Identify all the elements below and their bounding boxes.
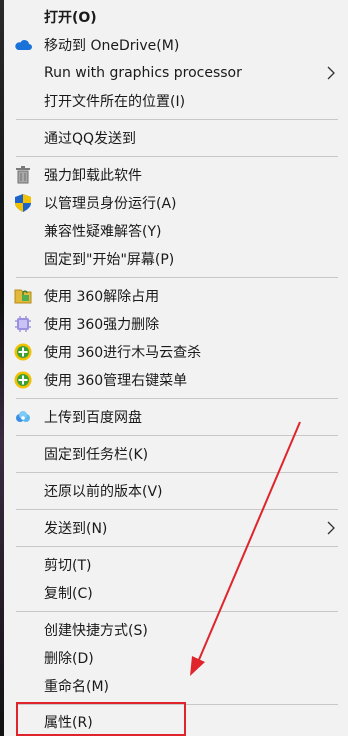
menu-item-label: 打开(O) (44, 10, 97, 26)
menu-separator (16, 398, 338, 399)
unlock-360-icon (14, 287, 32, 305)
menu-item-label: 创建快捷方式(S) (44, 623, 148, 639)
menu-item-send-via-qq[interactable]: 通过QQ发送到 (4, 124, 348, 152)
menu-separator (16, 119, 338, 120)
menu-separator (16, 472, 338, 473)
menu-item-label: 以管理员身份运行(A) (44, 196, 177, 212)
menu-item-label: 重命名(M) (44, 679, 110, 695)
menu-item-label: 移动到 OneDrive(M) (44, 38, 180, 54)
menu-item-troubleshoot-compatibility[interactable]: 兼容性疑难解答(Y) (4, 217, 348, 245)
menu-item-label: 固定到任务栏(K) (44, 447, 149, 463)
menu-item-label: Run with graphics processor (44, 65, 242, 81)
trash-icon (14, 166, 32, 184)
menu-item-run-with-gpu[interactable]: Run with graphics processor (4, 59, 348, 87)
menu-item-pin-to-taskbar[interactable]: 固定到任务栏(K) (4, 440, 348, 468)
menu-item-label: 复制(C) (44, 586, 93, 602)
menu-item-label: 使用 360解除占用 (44, 289, 160, 305)
menu-item-label: 剪切(T) (44, 558, 92, 574)
manage-360-icon (14, 371, 32, 389)
menu-item-pin-to-start[interactable]: 固定到"开始"屏幕(P) (4, 245, 348, 273)
menu-item-label: 强力卸载此软件 (44, 168, 142, 184)
menu-item-label: 打开文件所在的位置(I) (44, 94, 186, 110)
menu-item-360-trojan-scan[interactable]: 使用 360进行木马云查杀 (4, 338, 348, 366)
menu-item-upload-baidu-netdisk[interactable]: 上传到百度网盘 (4, 403, 348, 431)
menu-item-360-manage-context-menu[interactable]: 使用 360管理右键菜单 (4, 366, 348, 394)
menu-separator (16, 546, 338, 547)
uac-shield-icon (14, 194, 32, 212)
menu-item-label: 发送到(N) (44, 521, 108, 537)
menu-item-label: 上传到百度网盘 (44, 410, 142, 426)
menu-item-restore-previous-versions[interactable]: 还原以前的版本(V) (4, 477, 348, 505)
menu-item-copy[interactable]: 复制(C) (4, 579, 348, 607)
menu-item-label: 还原以前的版本(V) (44, 484, 163, 500)
menu-separator (16, 156, 338, 157)
menu-item-open[interactable]: 打开(O) (4, 3, 348, 31)
menu-item-delete[interactable]: 删除(D) (4, 644, 348, 672)
chevron-right-icon (327, 521, 335, 535)
menu-item-label: 使用 360强力删除 (44, 317, 160, 333)
menu-item-run-as-admin[interactable]: 以管理员身份运行(A) (4, 189, 348, 217)
menu-separator (16, 277, 338, 278)
menu-item-label: 通过QQ发送到 (44, 131, 137, 147)
annotation-highlight-box (16, 702, 186, 736)
menu-separator (16, 611, 338, 612)
menu-item-force-uninstall[interactable]: 强力卸载此软件 (4, 161, 348, 189)
menu-separator (16, 435, 338, 436)
chevron-right-icon (327, 66, 335, 80)
menu-item-cut[interactable]: 剪切(T) (4, 551, 348, 579)
menu-item-label: 使用 360进行木马云查杀 (44, 345, 202, 361)
onedrive-icon (14, 36, 32, 54)
menu-item-create-shortcut[interactable]: 创建快捷方式(S) (4, 616, 348, 644)
scan-360-icon (14, 343, 32, 361)
menu-item-label: 删除(D) (44, 651, 94, 667)
menu-item-label: 兼容性疑难解答(Y) (44, 224, 162, 240)
menu-item-move-to-onedrive[interactable]: 移动到 OneDrive(M) (4, 31, 348, 59)
delete-360-icon (14, 315, 32, 333)
menu-item-label: 固定到"开始"屏幕(P) (44, 252, 175, 268)
context-menu: 打开(O) 移动到 OneDrive(M) Run with graphics … (4, 0, 348, 736)
menu-item-send-to[interactable]: 发送到(N) (4, 514, 348, 542)
menu-item-open-file-location[interactable]: 打开文件所在的位置(I) (4, 87, 348, 115)
menu-item-rename[interactable]: 重命名(M) (4, 672, 348, 700)
menu-item-360-unlock[interactable]: 使用 360解除占用 (4, 282, 348, 310)
baidu-netdisk-icon (14, 408, 32, 426)
menu-item-360-force-delete[interactable]: 使用 360强力删除 (4, 310, 348, 338)
menu-separator (16, 509, 338, 510)
menu-item-label: 使用 360管理右键菜单 (44, 373, 188, 389)
desktop-background: 打开(O) 移动到 OneDrive(M) Run with graphics … (0, 0, 348, 736)
